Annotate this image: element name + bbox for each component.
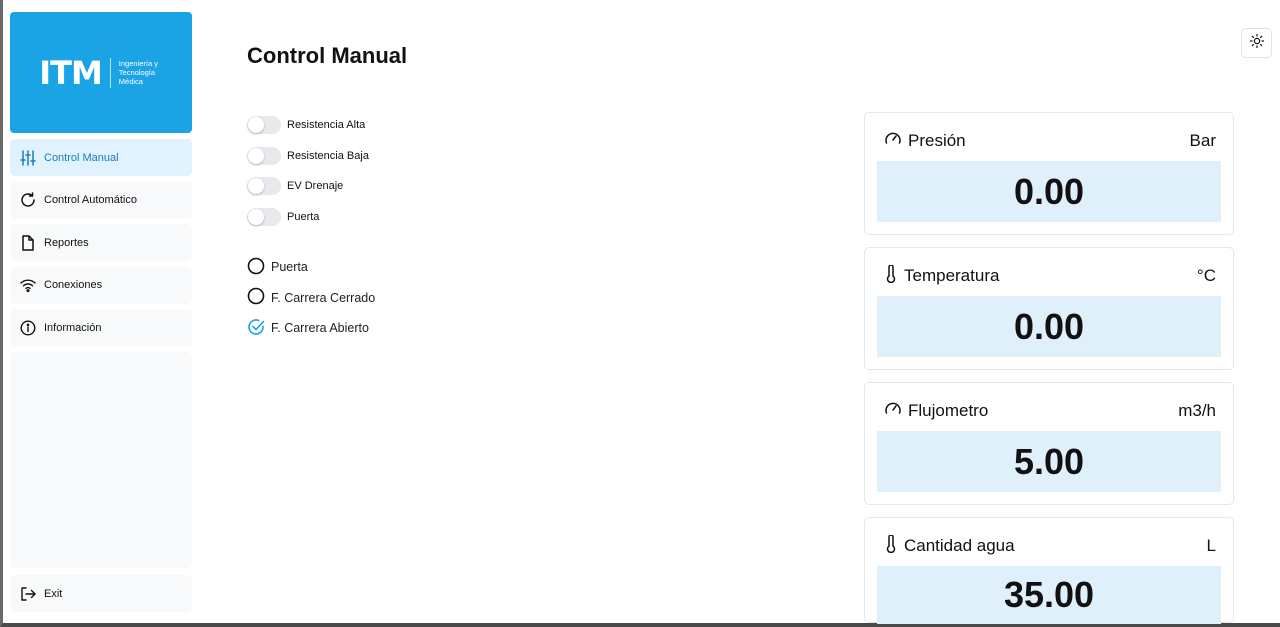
thermometer-icon [884,263,898,288]
gauge-icon [884,400,902,423]
card-value: 35.00 [877,566,1221,624]
sidebar-item-control-manual[interactable]: Control Manual [10,139,192,176]
indicator-label: F. Carrera Cerrado [271,290,376,305]
actuator-toggles: Resistencia Alta Resistencia Baja EV Dre… [247,110,369,232]
card-title: Cantidad agua [884,533,1015,558]
gauge-icon [884,130,902,153]
card-header: Flujometro m3/h [884,401,1216,421]
card-value: 5.00 [877,431,1221,492]
card-unit: °C [1196,266,1216,285]
sidebar-item-label: Conexiones [44,279,103,291]
sidebar-item-label: Control Manual [44,151,119,164]
logo-text: ITM [39,53,103,92]
card-header: Cantidad agua L [884,533,1216,558]
sidebar-nav: Control Manual Control Automático Report… [10,139,192,568]
exit-area: Exit [10,575,192,618]
card-value: 0.00 [877,161,1221,222]
card-unit: Bar [1189,131,1216,150]
card-title: Temperatura [884,263,1000,288]
wifi-icon [20,277,36,293]
sensor-card-cantidad-agua: Cantidad agua L 35.00 [864,517,1234,624]
info-icon [20,319,36,336]
circle-check-icon [247,318,265,339]
sensor-card-flujometro: Flujometro m3/h 5.00 [864,382,1234,505]
sidebar-item-conexiones[interactable]: Conexiones [10,266,192,304]
toggle-row: Resistencia Baja [247,141,369,172]
sidebar-item-label: Control Automático [44,194,137,206]
status-indicators: Puerta F. Carrera Cerrado F. Carrera Abi… [247,252,375,344]
theme-toggle-button[interactable] [1241,28,1272,58]
document-icon [20,234,36,251]
indicator-label: F. Carrera Abierto [271,321,369,336]
card-name: Flujometro [908,401,989,420]
toggle-label: Puerta [287,210,320,223]
itm-logo: ITM Ingeniería y Tecnología Médica [10,12,192,133]
toggle-resistencia-alta[interactable] [247,116,281,135]
sliders-icon [20,149,36,166]
circle-unchecked-icon [247,257,265,278]
refresh-icon [20,192,36,208]
toggle-ev-drenaje[interactable] [247,177,281,196]
card-name: Presión [908,131,966,150]
sidebar-item-control-automatico[interactable]: Control Automático [10,181,192,219]
toggle-knob [248,147,264,164]
toggle-row: Resistencia Alta [247,110,369,141]
sidebar: ITM Ingeniería y Tecnología Médica Contr… [10,12,192,568]
sidebar-item-reportes[interactable]: Reportes [10,224,192,261]
toggle-knob [248,117,264,134]
card-title: Flujometro [884,400,988,423]
exit-label: Exit [44,587,63,600]
toggle-label: Resistencia Baja [287,149,369,162]
toggle-label: EV Drenaje [287,180,344,193]
card-header: Temperatura °C [884,263,1216,288]
thermometer-icon [884,533,898,558]
sidebar-item-informacion[interactable]: Información [10,309,192,346]
card-title: Presión [884,130,966,153]
toggle-knob [248,208,264,225]
sensor-card-temperatura: Temperatura °C 0.00 [864,247,1234,370]
logo-subtitle: Ingeniería y Tecnología Médica [118,59,158,86]
indicator-row: F. Carrera Abierto [247,313,375,344]
toggle-resistencia-baja[interactable] [247,146,281,165]
indicator-row: Puerta [247,252,375,283]
logout-icon [20,586,36,602]
toggle-row: EV Drenaje [247,171,369,202]
exit-button[interactable]: Exit [10,575,192,612]
sidebar-item-label: Reportes [44,236,89,249]
sidebar-item-label: Información [44,321,102,334]
sidebar-empty-area [10,351,192,568]
card-value: 0.00 [877,296,1221,357]
card-name: Cantidad agua [904,536,1015,555]
indicator-row: F. Carrera Cerrado [247,283,375,314]
page-title: Control Manual [247,43,408,68]
card-unit: L [1206,536,1216,555]
toggle-label: Resistencia Alta [287,119,366,132]
circle-unchecked-icon [247,287,265,308]
sensor-card-presion: Presión Bar 0.00 [864,112,1234,235]
toggle-row: Puerta [247,202,369,233]
sun-icon [1249,33,1264,53]
indicator-label: Puerta [271,260,308,275]
logo-divider [109,57,111,88]
toggle-puerta[interactable] [247,207,281,226]
card-name: Temperatura [904,266,1000,285]
card-unit: m3/h [1178,401,1216,420]
toggle-knob [248,178,264,195]
card-header: Presión Bar [884,131,1216,151]
